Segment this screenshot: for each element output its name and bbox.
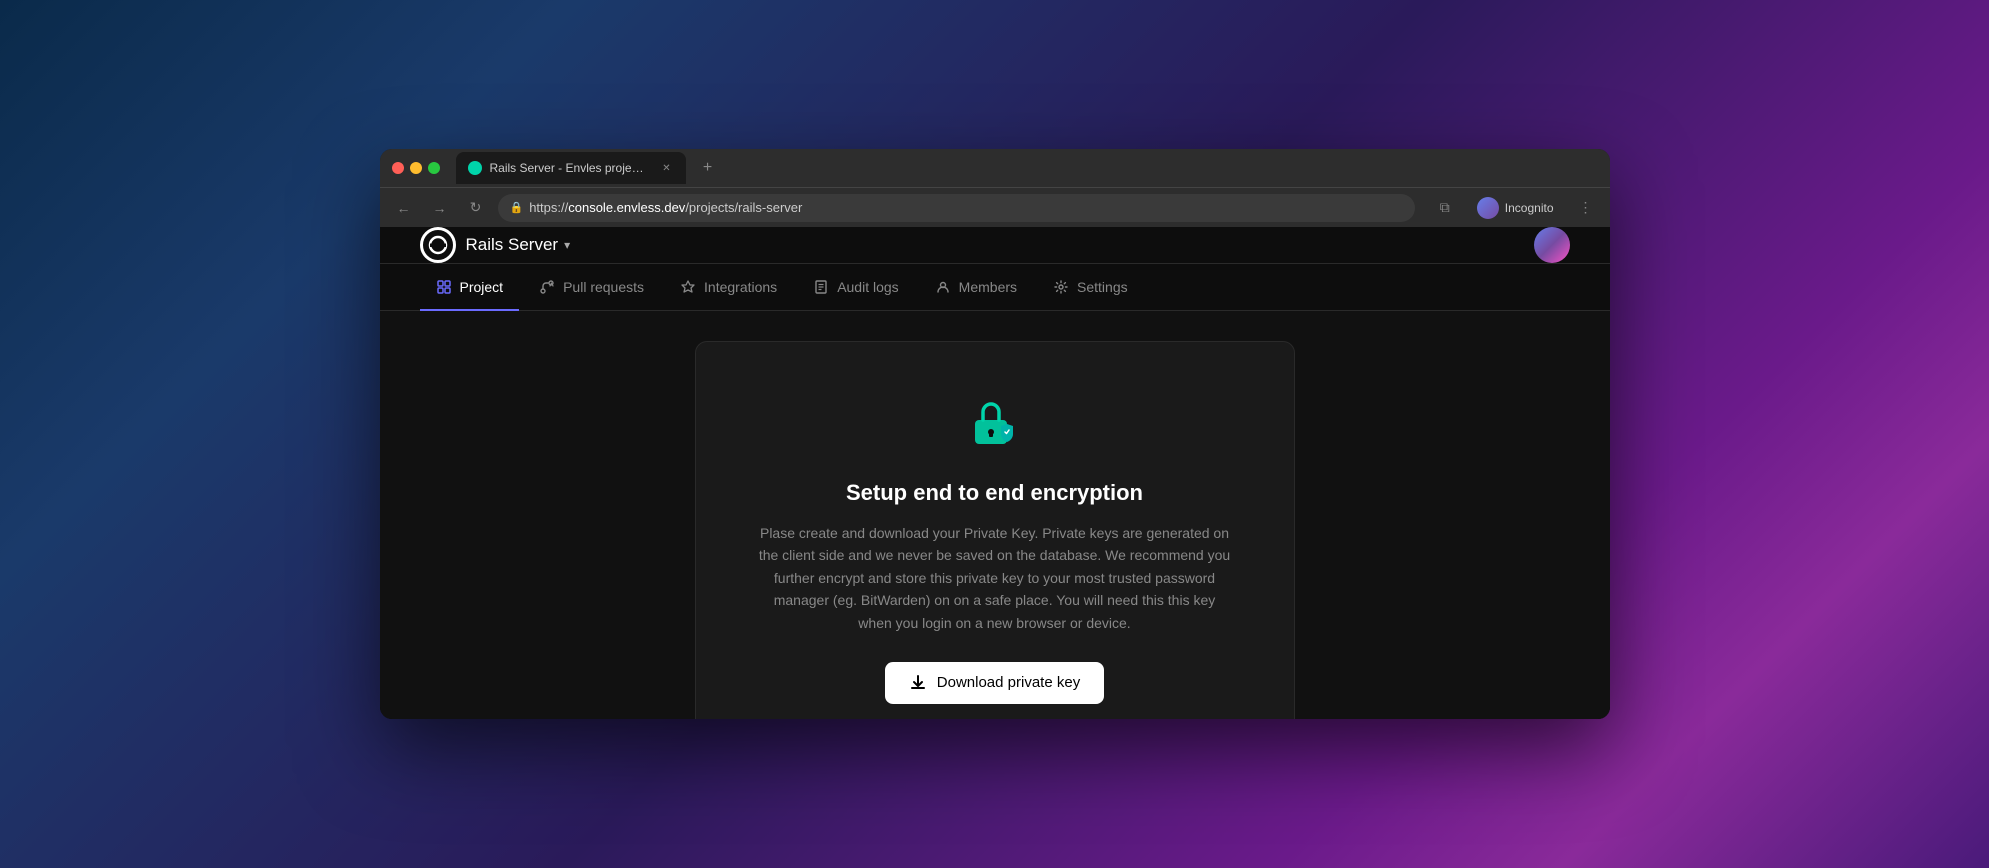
browser-titlebar: Rails Server - Envles project s... ✕ +	[380, 149, 1610, 187]
browser-window: Rails Server - Envles project s... ✕ + ←…	[380, 149, 1610, 719]
settings-icon	[1053, 279, 1069, 295]
browser-actions: ⧉ Incognito ⋮	[1431, 193, 1600, 223]
tab-settings[interactable]: Settings	[1037, 265, 1144, 311]
tab-title: Rails Server - Envles project s...	[490, 161, 650, 175]
url-path: /projects/rails-server	[685, 200, 802, 215]
tab-members[interactable]: Members	[919, 265, 1033, 311]
tab-pull-requests[interactable]: Pull requests	[523, 265, 660, 311]
pull-requests-icon	[539, 279, 555, 295]
tab-project[interactable]: Project	[420, 265, 520, 311]
encryption-card: Setup end to end encryption Plase create…	[695, 341, 1295, 719]
new-tab-button[interactable]: +	[694, 154, 722, 182]
split-view-button[interactable]: ⧉	[1431, 194, 1459, 222]
url-domain: console.envless.dev	[568, 200, 685, 215]
tab-integrations[interactable]: Integrations	[664, 265, 793, 311]
incognito-button[interactable]: Incognito	[1467, 193, 1564, 223]
menu-button[interactable]: ⋮	[1572, 194, 1600, 222]
lock-icon: 🔒	[510, 201, 524, 214]
close-window-button[interactable]	[392, 162, 404, 174]
brand: Rails Server ▾	[420, 227, 571, 263]
traffic-lights	[392, 162, 440, 174]
card-title: Setup end to end encryption	[846, 480, 1143, 506]
tab-audit-logs-label: Audit logs	[837, 279, 898, 295]
back-button[interactable]: ←	[390, 194, 418, 222]
incognito-avatar	[1477, 197, 1499, 219]
browser-addressbar: ← → ↻ 🔒 https://console.envless.dev/proj…	[380, 187, 1610, 227]
audit-logs-icon	[813, 279, 829, 295]
browser-chrome: Rails Server - Envles project s... ✕ + ←…	[380, 149, 1610, 227]
url-protocol: https://	[529, 200, 568, 215]
tab-settings-label: Settings	[1077, 279, 1128, 295]
download-private-key-button[interactable]: Download private key	[885, 662, 1104, 704]
main-content: Setup end to end encryption Plase create…	[380, 311, 1610, 719]
lock-shield-icon	[963, 392, 1027, 456]
tab-integrations-label: Integrations	[704, 279, 777, 295]
nav-tabs: Project Pull requests	[380, 264, 1610, 311]
incognito-label: Incognito	[1505, 201, 1554, 215]
address-text: https://console.envless.dev/projects/rai…	[529, 200, 802, 215]
browser-tab[interactable]: Rails Server - Envles project s... ✕	[456, 152, 686, 184]
tab-close-button[interactable]: ✕	[660, 161, 674, 175]
tab-members-label: Members	[959, 279, 1017, 295]
project-name-button[interactable]: Rails Server ▾	[466, 235, 571, 255]
maximize-window-button[interactable]	[428, 162, 440, 174]
integrations-icon	[680, 279, 696, 295]
minimize-window-button[interactable]	[410, 162, 422, 174]
address-bar[interactable]: 🔒 https://console.envless.dev/projects/r…	[498, 194, 1415, 222]
project-name-label: Rails Server	[466, 235, 559, 255]
members-icon	[935, 279, 951, 295]
tab-pull-requests-label: Pull requests	[563, 279, 644, 295]
tab-favicon-icon	[468, 161, 482, 175]
brand-logo	[420, 227, 456, 263]
download-icon	[909, 674, 927, 692]
tab-project-label: Project	[460, 279, 504, 295]
card-description: Plase create and download your Private K…	[756, 522, 1234, 634]
project-icon	[436, 279, 452, 295]
tab-audit-logs[interactable]: Audit logs	[797, 265, 914, 311]
avatar[interactable]	[1534, 227, 1570, 263]
forward-button[interactable]: →	[426, 194, 454, 222]
app-header: Rails Server ▾	[380, 227, 1610, 264]
app-content: Rails Server ▾ Project	[380, 227, 1610, 719]
chevron-down-icon: ▾	[564, 238, 570, 252]
download-button-label: Download private key	[937, 674, 1080, 691]
reload-button[interactable]: ↻	[462, 194, 490, 222]
